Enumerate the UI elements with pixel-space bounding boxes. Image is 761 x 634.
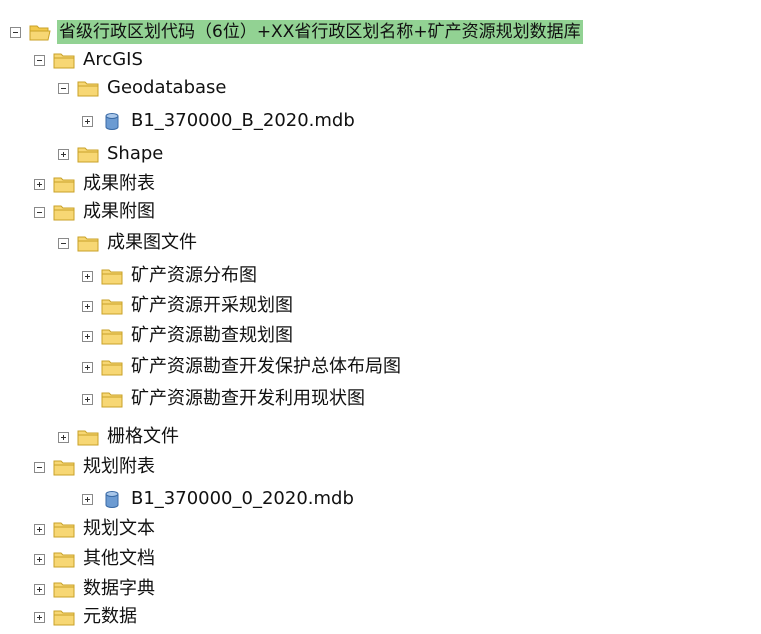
- folder-icon: [53, 177, 75, 193]
- expand-toggle[interactable]: [58, 148, 69, 160]
- tree-item-label: 其他文档: [83, 548, 155, 569]
- collapse-toggle[interactable]: [10, 26, 21, 38]
- expand-toggle[interactable]: [82, 393, 93, 405]
- expand-toggle[interactable]: [34, 553, 45, 565]
- tree-item-label: B1_370000_0_2020.mdb: [131, 488, 354, 509]
- tree-item-label: 规划附表: [83, 456, 155, 477]
- tree-item-label: 矿产资源勘查规划图: [131, 325, 293, 346]
- folder-icon: [101, 269, 123, 285]
- folder-icon: [77, 147, 99, 163]
- tree-item-exploration-plan-map[interactable]: 矿产资源勘查规划图: [82, 321, 295, 351]
- folder-icon: [53, 582, 75, 598]
- folder-icon: [101, 392, 123, 408]
- tree-item-current-status-map[interactable]: 矿产资源勘查开发利用现状图: [82, 384, 367, 414]
- tree-root[interactable]: 省级行政区划代码（6位）+XX省行政区划名称+矿产资源规划数据库: [10, 17, 583, 47]
- folder-icon: [101, 299, 123, 315]
- tree-item-label: 省级行政区划代码（6位）+XX省行政区划名称+矿产资源规划数据库: [57, 20, 583, 44]
- folder-icon: [53, 53, 75, 69]
- tree-item-label: 矿产资源勘查开发利用现状图: [131, 388, 365, 409]
- tree-item-label: 栅格文件: [107, 426, 179, 447]
- folder-icon: [53, 522, 75, 538]
- tree-item-data-dictionary[interactable]: 数据字典: [34, 574, 157, 604]
- tree-item-results-tables[interactable]: 成果附表: [34, 169, 157, 199]
- folder-icon: [53, 205, 75, 221]
- tree-item-plan-text[interactable]: 规划文本: [34, 514, 157, 544]
- tree-item-metadata[interactable]: 元数据: [34, 602, 139, 632]
- expand-toggle[interactable]: [34, 523, 45, 535]
- folder-open-icon: [29, 25, 51, 41]
- tree-item-results-maps[interactable]: 成果附图: [34, 197, 157, 227]
- tree-item-mining-plan-map[interactable]: 矿产资源开采规划图: [82, 291, 295, 321]
- collapse-toggle[interactable]: [34, 206, 45, 218]
- tree-item-label: 规划文本: [83, 518, 155, 539]
- folder-icon: [53, 552, 75, 568]
- tree-item-other-docs[interactable]: 其他文档: [34, 544, 157, 574]
- database-icon: [105, 491, 119, 508]
- collapse-toggle[interactable]: [34, 461, 45, 473]
- database-icon: [105, 113, 119, 130]
- folder-icon: [77, 81, 99, 97]
- tree-item-geodatabase[interactable]: Geodatabase: [58, 73, 229, 103]
- tree-item-label: 元数据: [83, 606, 137, 627]
- tree-item-label: 成果附表: [83, 173, 155, 194]
- tree-item-label: B1_370000_B_2020.mdb: [131, 110, 355, 131]
- expand-toggle[interactable]: [82, 270, 93, 282]
- tree-item-map-files[interactable]: 成果图文件: [58, 228, 199, 258]
- folder-icon: [77, 236, 99, 252]
- collapse-toggle[interactable]: [34, 54, 45, 66]
- folder-icon: [101, 329, 123, 345]
- tree-item-label: 矿产资源勘查开发保护总体布局图: [131, 356, 401, 377]
- expand-toggle[interactable]: [82, 330, 93, 342]
- tree-item-distribution-map[interactable]: 矿产资源分布图: [82, 261, 259, 291]
- tree-item-label: 成果图文件: [107, 232, 197, 253]
- tree-item-mdb-0[interactable]: B1_370000_0_2020.mdb: [82, 484, 356, 514]
- tree-item-shape[interactable]: Shape: [58, 139, 165, 169]
- expand-toggle[interactable]: [34, 611, 45, 623]
- expand-toggle[interactable]: [34, 583, 45, 595]
- tree-item-label: 成果附图: [83, 201, 155, 222]
- folder-icon: [77, 430, 99, 446]
- folder-icon: [53, 460, 75, 476]
- tree-item-plan-tables[interactable]: 规划附表: [34, 452, 157, 482]
- expand-toggle[interactable]: [82, 115, 93, 127]
- expand-toggle[interactable]: [82, 361, 93, 373]
- tree-item-raster-files[interactable]: 栅格文件: [58, 422, 181, 452]
- tree-item-label: 矿产资源分布图: [131, 265, 257, 286]
- expand-toggle[interactable]: [82, 493, 93, 505]
- tree-item-label: 数据字典: [83, 578, 155, 599]
- tree-item-overall-layout-map[interactable]: 矿产资源勘查开发保护总体布局图: [82, 352, 403, 382]
- expand-toggle[interactable]: [34, 178, 45, 190]
- tree-item-arcgis[interactable]: ArcGIS: [34, 45, 145, 75]
- expand-toggle[interactable]: [58, 431, 69, 443]
- collapse-toggle[interactable]: [58, 82, 69, 94]
- folder-icon: [101, 360, 123, 376]
- expand-toggle[interactable]: [82, 300, 93, 312]
- tree-item-label: ArcGIS: [83, 49, 143, 70]
- tree-item-mdb-b[interactable]: B1_370000_B_2020.mdb: [82, 106, 357, 136]
- collapse-toggle[interactable]: [58, 237, 69, 249]
- tree-item-label: Shape: [107, 143, 164, 164]
- tree-item-label: Geodatabase: [107, 77, 227, 98]
- tree-item-label: 矿产资源开采规划图: [131, 295, 293, 316]
- folder-icon: [53, 610, 75, 626]
